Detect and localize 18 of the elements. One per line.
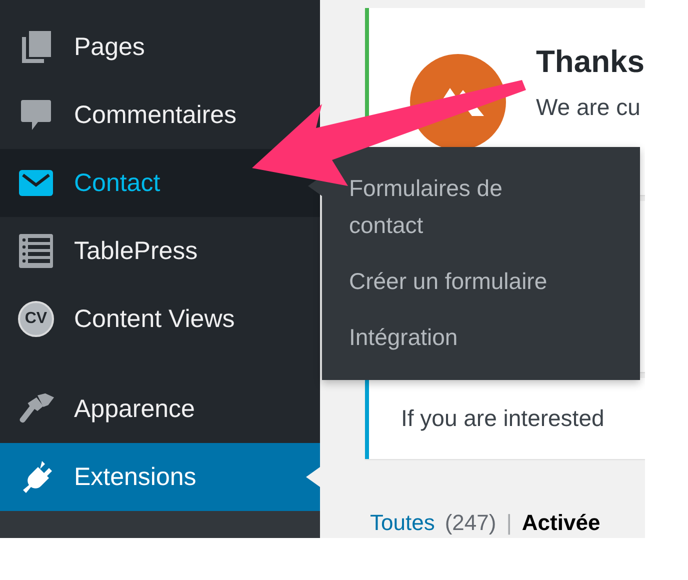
list-icon [18,233,54,269]
sidebar-item[interactable]: TablePress [0,217,320,285]
sidebar-item[interactable]: Extensions [0,443,320,511]
notice-text: If you are interested [401,405,604,432]
submenu-item[interactable]: Créer un formulaire [349,253,548,309]
filter-count: (247) [444,510,496,536]
cv-logo-icon: CV [18,301,54,337]
sidebar-item[interactable]: Apparence [0,375,320,443]
filter-link[interactable]: Activée [522,510,600,536]
separator: | [506,510,512,536]
submenu-item[interactable]: Intégration [349,309,458,365]
notice-title: Thanks [536,44,645,80]
filter-link[interactable]: Toutes [370,510,435,536]
notice-text: We are cu [536,94,642,121]
submenu-item[interactable]: Formulaires de contact [349,160,574,253]
sidebar-item[interactable]: Commentaires [0,81,320,149]
sidebar-item[interactable]: Pages [0,13,320,81]
sidebar-item[interactable]: CV Content Views [0,285,320,353]
